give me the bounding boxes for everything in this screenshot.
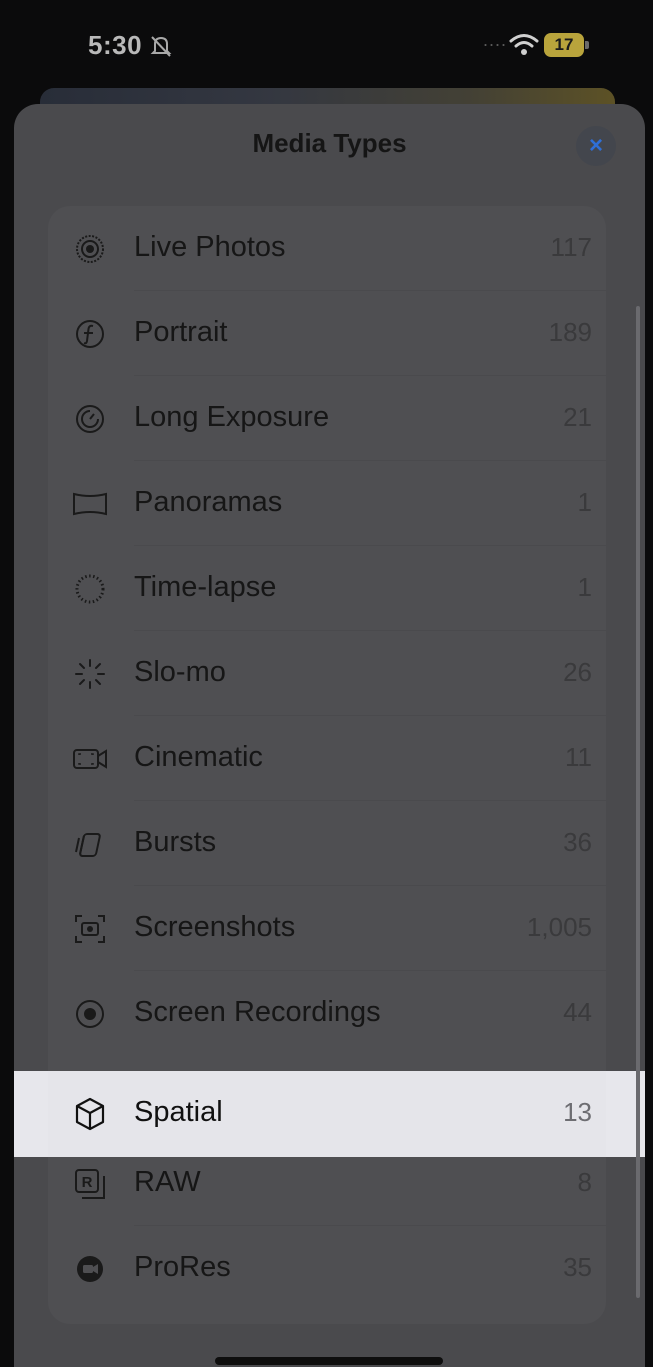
row-label: Spatial — [134, 1096, 223, 1128]
live-photos-icon — [76, 235, 104, 263]
row-bursts[interactable]: Bursts 36 — [48, 801, 606, 886]
row-count: 11 — [565, 742, 592, 772]
row-label: ProRes — [134, 1251, 231, 1283]
close-button[interactable]: × — [576, 126, 616, 166]
prores-icon — [77, 1256, 103, 1282]
status-time: 5:30 — [88, 30, 143, 60]
cinematic-icon — [73, 749, 107, 769]
battery-indicator: 17 — [544, 33, 590, 57]
screen: 5:30 .... 17 Media Types × Live Photos 1… — [0, 0, 653, 1367]
row-label: Long Exposure — [134, 401, 330, 433]
sheet-title: Media Types — [252, 128, 407, 158]
battery-cap — [585, 41, 589, 49]
row-count: 1,005 — [526, 912, 592, 942]
svg-text:R: R — [82, 1174, 93, 1191]
row-time-lapse[interactable]: Time-lapse 1 — [48, 546, 606, 631]
row-label: Panoramas — [134, 486, 283, 518]
long-exposure-icon — [76, 405, 104, 433]
scrollbar[interactable] — [636, 306, 640, 1298]
row-count: 1 — [577, 572, 592, 602]
sheet-header: Media Types × — [14, 104, 645, 188]
row-screenshots[interactable]: Screenshots 1,005 — [48, 886, 606, 971]
row-count: 8 — [577, 1167, 592, 1197]
status-bar: 5:30 .... 17 — [0, 0, 653, 92]
spatial-icon — [75, 1097, 105, 1131]
row-count: 26 — [563, 657, 592, 687]
screenshot-icon — [75, 915, 105, 943]
row-count: 44 — [563, 997, 592, 1027]
row-count: 117 — [550, 232, 592, 262]
row-long-exposure[interactable]: Long Exposure 21 — [48, 376, 606, 461]
media-types-sheet: Media Types × Live Photos 117 Portrait 1… — [14, 104, 645, 1367]
row-count: 21 — [563, 402, 592, 432]
row-label: Portrait — [134, 316, 228, 348]
row-count: 189 — [548, 317, 592, 347]
highlight-band: Spatial 13 — [14, 1071, 645, 1157]
row-live-photos[interactable]: Live Photos 117 — [48, 206, 606, 291]
home-indicator[interactable] — [215, 1357, 443, 1365]
row-label: Time-lapse — [134, 571, 277, 603]
panorama-icon — [73, 492, 107, 516]
portrait-icon — [76, 320, 104, 348]
row-label: Screen Recordings — [134, 996, 381, 1028]
slo-mo-icon — [75, 659, 105, 689]
row-screen-recordings[interactable]: Screen Recordings 44 — [48, 971, 606, 1056]
row-portrait[interactable]: Portrait 189 — [48, 291, 606, 376]
time-lapse-icon — [75, 574, 105, 604]
row-count: 13 — [563, 1097, 592, 1127]
row-label: Cinematic — [134, 741, 263, 773]
wifi-icon — [509, 34, 539, 55]
cellular-signal-icon: .... — [483, 30, 508, 50]
row-panoramas[interactable]: Panoramas 1 — [48, 461, 606, 546]
row-spatial[interactable]: Spatial 13 — [48, 1071, 606, 1157]
row-prores[interactable]: ProRes 35 — [48, 1226, 606, 1311]
row-label: Live Photos — [134, 231, 286, 263]
row-label: Screenshots — [134, 911, 296, 943]
row-count: 36 — [563, 827, 592, 857]
row-label: Slo-mo — [134, 656, 226, 688]
row-count: 35 — [563, 1252, 592, 1282]
battery-level: 17 — [544, 33, 584, 57]
raw-icon: R — [75, 1169, 105, 1199]
row-count: 1 — [577, 487, 592, 517]
row-label: Bursts — [134, 826, 217, 858]
row-cinematic[interactable]: Cinematic 11 — [48, 716, 606, 801]
bell-slash-icon — [150, 36, 172, 57]
row-slo-mo[interactable]: Slo-mo 26 — [48, 631, 606, 716]
screen-recording-icon — [76, 1000, 104, 1028]
bursts-icon — [75, 833, 101, 857]
row-label: RAW — [134, 1166, 201, 1198]
